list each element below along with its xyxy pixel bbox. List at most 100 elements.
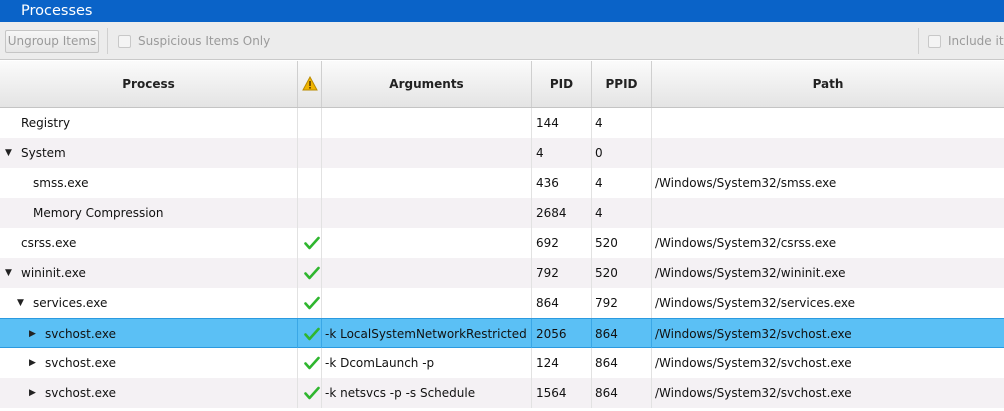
process-name-cell: Memory Compression xyxy=(0,198,298,228)
process-name: svchost.exe xyxy=(45,327,116,341)
pid-cell: 692 xyxy=(532,228,592,258)
path-cell xyxy=(652,108,1004,138)
table-row[interactable]: Registry 144 4 xyxy=(0,108,1004,138)
verified-check-icon xyxy=(304,266,320,280)
table-row[interactable]: ▶ svchost.exe -k DcomLaunch -p 124 864/Windo… xyxy=(0,348,1004,378)
expand-arrow-icon[interactable]: ▶ xyxy=(29,348,36,378)
verification-cell xyxy=(298,138,322,168)
column-header-arguments[interactable]: Arguments xyxy=(322,61,532,107)
table-row[interactable]: Memory Compression 2684 4 xyxy=(0,198,1004,228)
table-row[interactable]: csrss.exe 692 520/Windows/System32/csrss.e… xyxy=(0,228,1004,258)
verified-check-icon xyxy=(304,236,320,250)
path-cell: /Windows/System32/svchost.exe xyxy=(655,327,852,341)
expand-arrow-icon[interactable]: ▶ xyxy=(29,378,36,408)
verified-check-icon xyxy=(304,327,320,341)
ungroup-items-button[interactable]: Ungroup Items xyxy=(5,30,99,53)
ppid-cell: 4 xyxy=(592,198,652,228)
include-items-checkbox[interactable] xyxy=(928,35,941,48)
path-cell: /Windows/System32/wininit.exe xyxy=(655,266,846,280)
table-header: Process Arguments PID PPID Path xyxy=(0,61,1004,108)
verification-cell xyxy=(298,198,322,228)
arguments-cell: -k netsvcs -p -s Schedule xyxy=(322,378,532,408)
pid-cell: 2684 xyxy=(532,198,592,228)
ppid-cell: 520 xyxy=(592,228,652,258)
process-name-cell: ▼ System xyxy=(0,138,298,168)
arguments-cell: -k LocalSystemNetworkRestricted -p... xyxy=(322,319,532,349)
column-header-path[interactable]: Path xyxy=(652,61,1004,107)
warning-icon xyxy=(301,75,318,91)
verification-cell xyxy=(298,228,322,258)
process-name: Memory Compression xyxy=(33,206,164,220)
process-name-cell: ▼ services.exe xyxy=(0,288,298,318)
verification-cell xyxy=(298,319,322,349)
pid-cell: 792 xyxy=(532,258,592,288)
path-cell: /Windows/System32/services.exe xyxy=(655,296,856,310)
process-name-cell: ▶ svchost.exe xyxy=(0,378,298,408)
window-title: Processes xyxy=(21,3,93,19)
ppid-cell: 0 xyxy=(592,138,652,168)
path-cell: /Windows/System32/smss.exe xyxy=(655,176,837,190)
arguments-cell: -k DcomLaunch -p xyxy=(322,348,532,378)
path-cell: /Windows/System32/svchost.exe xyxy=(655,356,852,370)
verified-check-icon xyxy=(304,356,320,370)
pid-cell: 2056 xyxy=(532,319,592,349)
verification-cell xyxy=(298,378,322,408)
pid-cell: 124 xyxy=(532,348,592,378)
verification-cell xyxy=(298,348,322,378)
pid-cell: 4 xyxy=(532,138,592,168)
arguments-cell xyxy=(322,168,532,198)
table-row[interactable]: smss.exe 436 4/Windows/System32/smss.exe xyxy=(0,168,1004,198)
ppid-cell: 4 xyxy=(592,108,652,138)
process-name: System xyxy=(21,146,66,160)
process-name: smss.exe xyxy=(33,176,89,190)
column-header-pid[interactable]: PID xyxy=(532,61,592,107)
verification-cell xyxy=(298,108,322,138)
window-titlebar: Processes xyxy=(0,0,1004,22)
verification-cell xyxy=(298,258,322,288)
ppid-cell: 792 xyxy=(592,288,652,318)
suspicious-items-checkbox[interactable] xyxy=(118,35,131,48)
ppid-cell: 864 xyxy=(592,319,652,349)
column-header-ppid[interactable]: PPID xyxy=(592,61,652,107)
pid-cell: 1564 xyxy=(532,378,592,408)
process-name-cell: Registry xyxy=(0,108,298,138)
expand-arrow-icon[interactable]: ▶ xyxy=(29,319,36,349)
collapse-arrow-icon[interactable]: ▼ xyxy=(17,288,24,318)
arguments-cell xyxy=(322,228,532,258)
verification-cell xyxy=(298,168,322,198)
suspicious-items-label: Suspicious Items Only xyxy=(138,34,271,48)
process-name: csrss.exe xyxy=(21,236,77,250)
collapse-arrow-icon[interactable]: ▼ xyxy=(5,138,12,168)
verified-check-icon xyxy=(304,386,320,400)
table-row[interactable]: ▼ wininit.exe 792 520/Windows/System32/wini… xyxy=(0,258,1004,288)
process-name: services.exe xyxy=(33,296,108,310)
table-row[interactable]: ▼ services.exe 864 792/Windows/System32/ser… xyxy=(0,288,1004,318)
table-row[interactable]: ▶ svchost.exe -k LocalSystemNetworkRestric… xyxy=(0,318,1004,349)
process-name-cell: smss.exe xyxy=(0,168,298,198)
table-row[interactable]: ▶ svchost.exe -k netsvcs -p -s Schedule 156… xyxy=(0,378,1004,408)
ppid-cell: 864 xyxy=(592,348,652,378)
collapse-arrow-icon[interactable]: ▼ xyxy=(5,258,12,288)
path-cell xyxy=(652,138,1004,168)
pid-cell: 864 xyxy=(532,288,592,318)
arguments-cell xyxy=(322,258,532,288)
process-name: svchost.exe xyxy=(45,386,116,400)
verification-cell xyxy=(298,288,322,318)
column-header-process[interactable]: Process xyxy=(0,61,298,107)
toolbar-separator xyxy=(918,28,919,54)
ppid-cell: 4 xyxy=(592,168,652,198)
column-header-warning[interactable] xyxy=(298,61,322,107)
ppid-cell: 520 xyxy=(592,258,652,288)
process-name-cell: ▶ svchost.exe xyxy=(0,319,298,349)
process-name: svchost.exe xyxy=(45,356,116,370)
pid-cell: 144 xyxy=(532,108,592,138)
process-name-cell: ▼ wininit.exe xyxy=(0,258,298,288)
verified-check-icon xyxy=(304,296,320,310)
arguments-cell xyxy=(322,108,532,138)
table-row[interactable]: ▼ System 4 0 xyxy=(0,138,1004,168)
ppid-cell: 864 xyxy=(592,378,652,408)
path-cell: /Windows/System32/svchost.exe xyxy=(655,386,852,400)
pid-cell: 436 xyxy=(532,168,592,198)
toolbar: Ungroup Items Suspicious Items Only Incl… xyxy=(0,22,1004,60)
include-items-label: Include ite xyxy=(948,34,1004,48)
